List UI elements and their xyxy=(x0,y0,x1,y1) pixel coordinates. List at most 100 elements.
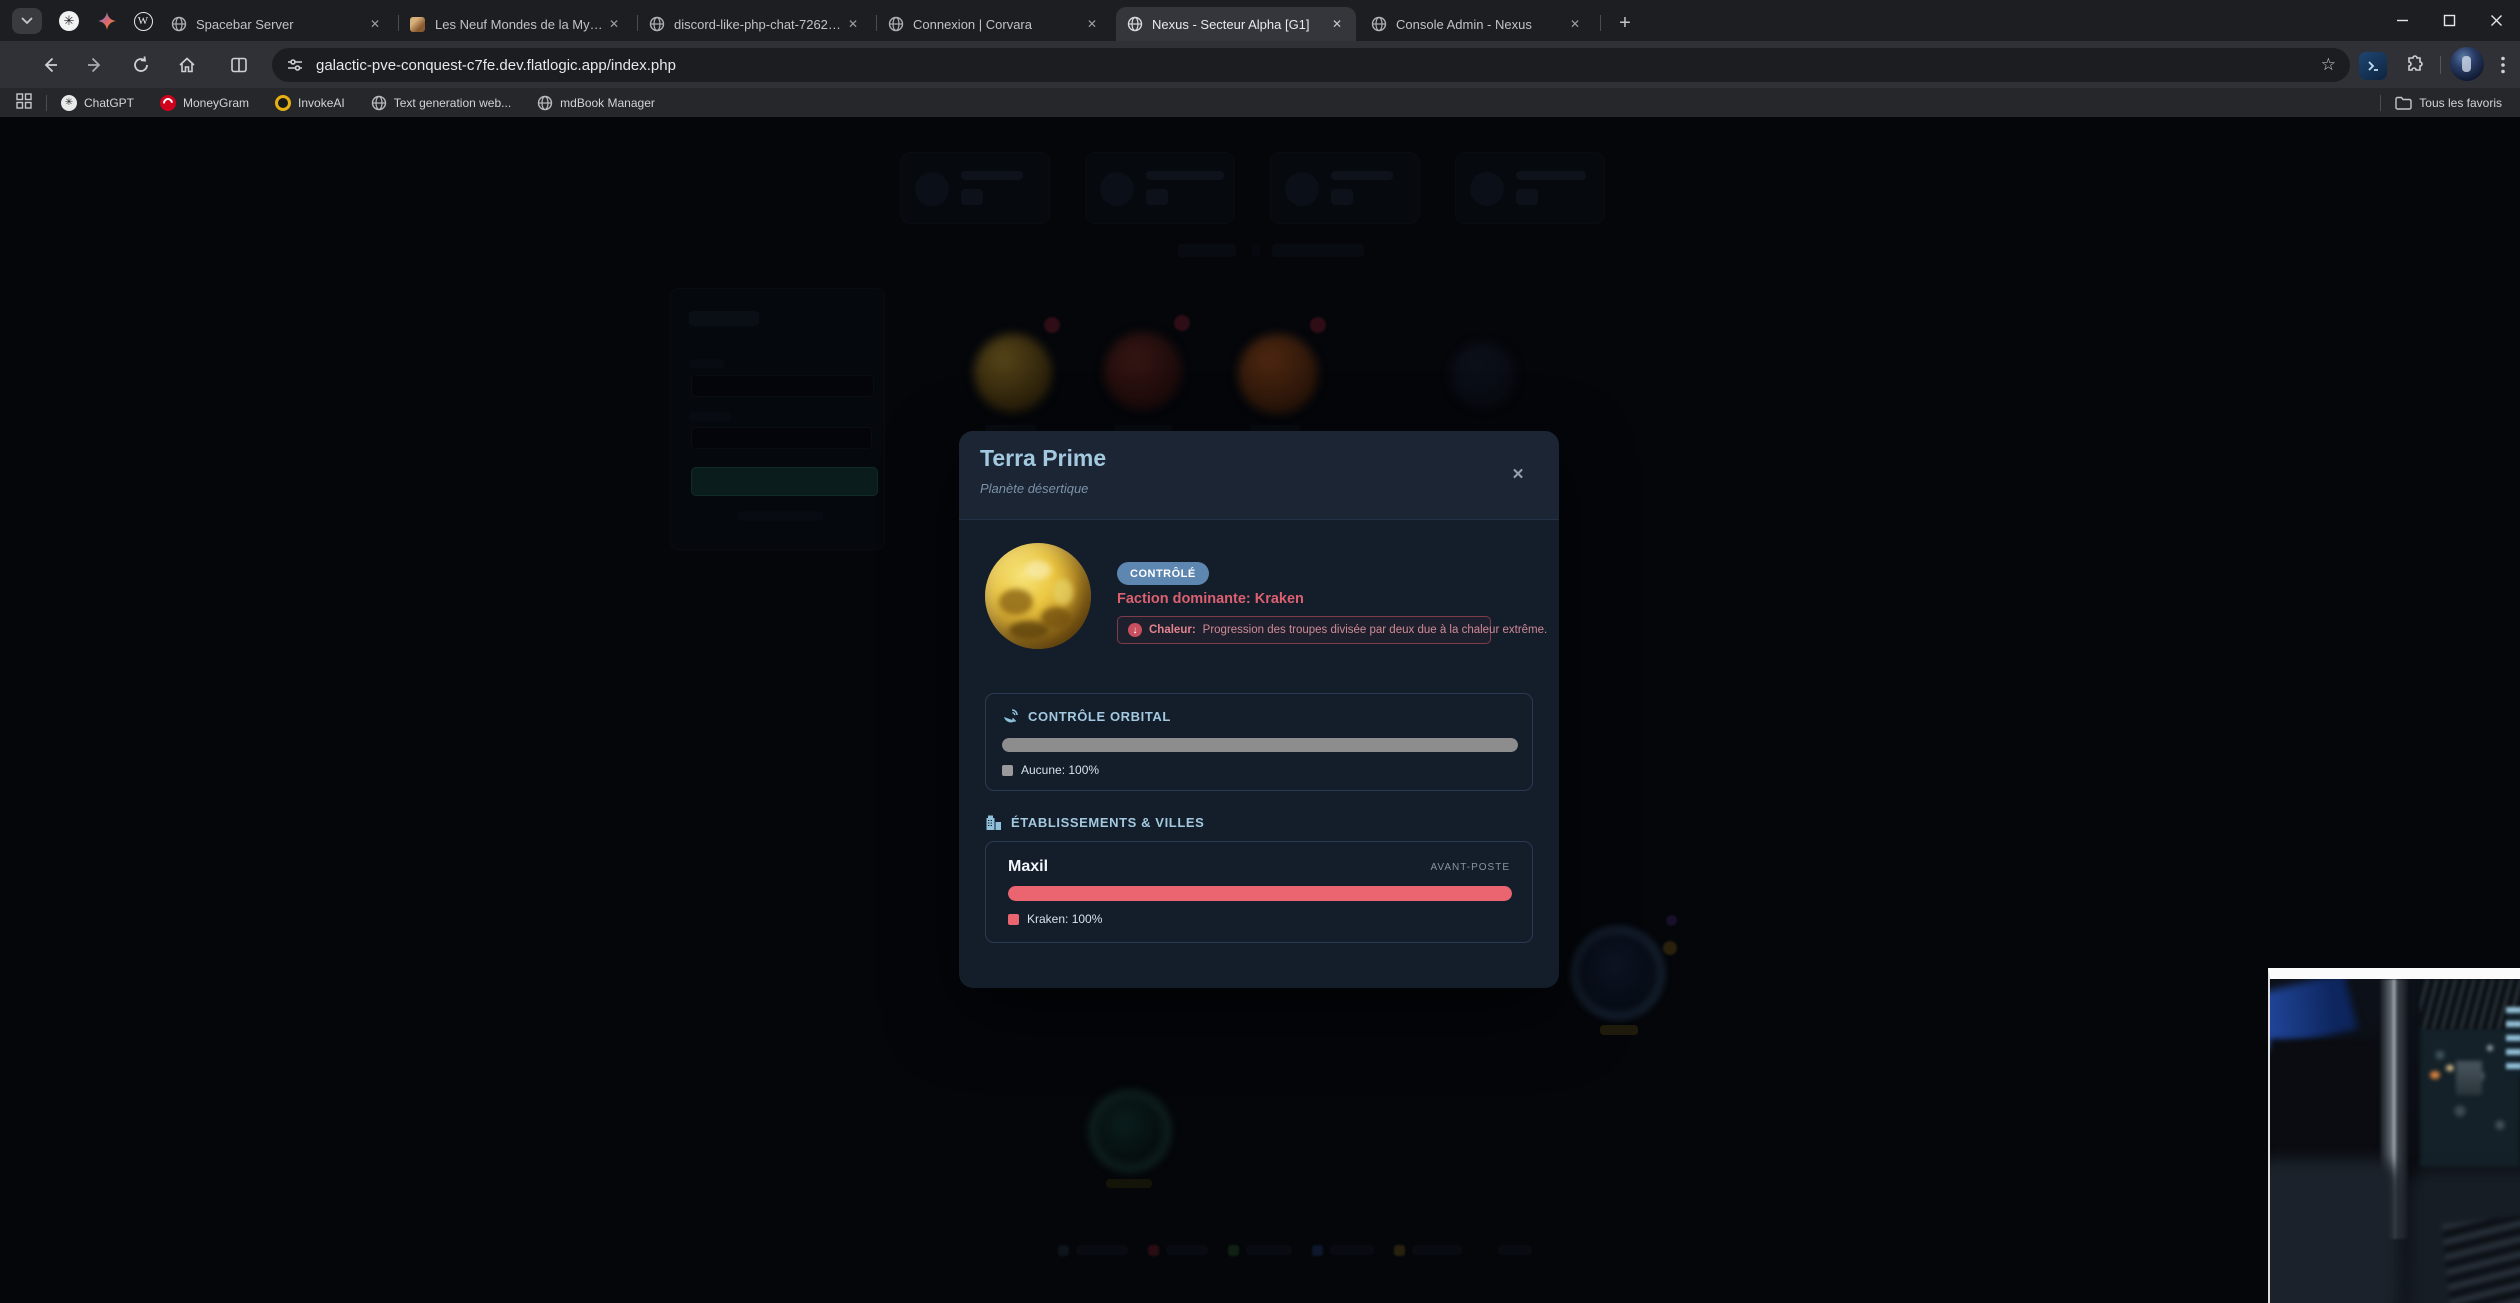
tab-close-icon[interactable]: ✕ xyxy=(844,15,862,33)
breadcrumb-separator xyxy=(1252,244,1260,257)
url-text[interactable]: galactic-pve-conquest-c7fe.dev.flatlogic… xyxy=(316,57,2321,74)
settlement-name: Maxil xyxy=(1008,858,1048,876)
close-icon xyxy=(2490,14,2503,27)
settlement-progress-bar xyxy=(1008,886,1512,901)
profile-avatar[interactable] xyxy=(2450,47,2484,81)
pixelart-favicon xyxy=(409,16,426,33)
reload-button[interactable] xyxy=(124,48,158,82)
forward-button[interactable] xyxy=(78,48,112,82)
legend-dot xyxy=(1228,1245,1239,1256)
tab-connexion-corvara[interactable]: Connexion | Corvara ✕ xyxy=(877,7,1111,41)
side-panel-button[interactable] xyxy=(222,48,256,82)
globe-icon xyxy=(371,95,387,111)
legend-label: Kraken: 100% xyxy=(1027,912,1102,926)
globe-icon xyxy=(648,16,665,33)
page-content: Terra Prime Planète désertique ✕ CONTRÔL… xyxy=(0,117,2520,1303)
tab-close-icon[interactable]: ✕ xyxy=(605,15,623,33)
tab-close-icon[interactable]: ✕ xyxy=(1328,15,1346,33)
close-window-button[interactable] xyxy=(2473,0,2520,41)
openai-icon: ✳ xyxy=(59,11,79,31)
apps-grid-button[interactable] xyxy=(16,93,32,112)
kebab-menu-icon xyxy=(2501,56,2505,74)
tab-console-admin[interactable]: Console Admin - Nexus ✕ xyxy=(1360,7,1594,41)
chatgpt-icon: ✳ xyxy=(61,95,77,111)
bookmarks-bar: ✳ ChatGPT MoneyGram InvokeAI Text genera… xyxy=(0,88,2520,117)
browser-menu-button[interactable] xyxy=(2486,48,2520,82)
modal-title: Terra Prime xyxy=(980,445,1106,472)
moon-dot-purple xyxy=(1666,915,1677,926)
bookmark-moneygram[interactable]: MoneyGram xyxy=(160,95,249,111)
settlements-header: ÉTABLISSEMENTS & VILLES xyxy=(985,814,1204,831)
back-button[interactable] xyxy=(33,48,67,82)
tab-close-icon[interactable]: ✕ xyxy=(1083,15,1101,33)
extensions-button[interactable] xyxy=(2398,48,2432,82)
breadcrumb-current xyxy=(1272,244,1364,257)
pip-video-window[interactable] xyxy=(2268,968,2520,1303)
browser-toolbar: galactic-pve-conquest-c7fe.dev.flatlogic… xyxy=(0,41,2520,88)
site-settings-icon[interactable] xyxy=(286,56,304,74)
new-tab-button[interactable]: + xyxy=(1610,9,1640,37)
planet-alert-badge xyxy=(1174,315,1190,331)
minimize-button[interactable] xyxy=(2379,0,2426,41)
bookmark-mdbook[interactable]: mdBook Manager xyxy=(537,95,655,111)
tab-title: Les Neuf Mondes de la Mythol xyxy=(435,17,605,32)
orbital-bar-fill xyxy=(1002,738,1518,752)
planet-image xyxy=(985,543,1091,649)
bookmark-label: Text generation web... xyxy=(394,96,511,110)
chevron-down-icon xyxy=(21,17,33,25)
pip-ridges xyxy=(2442,1215,2520,1303)
legend-label xyxy=(1412,1245,1462,1255)
tab-close-icon[interactable]: ✕ xyxy=(366,15,384,33)
invokeai-icon xyxy=(275,95,291,111)
forward-icon xyxy=(85,55,105,75)
pip-right-texture xyxy=(2420,1027,2520,1167)
pinned-tab-chatgpt[interactable]: ✳ xyxy=(52,8,86,34)
bookmark-star-icon[interactable]: ☆ xyxy=(2321,55,2336,75)
tab-les-neuf-mondes[interactable]: Les Neuf Mondes de la Mythol ✕ xyxy=(399,7,633,41)
dimmed-button xyxy=(691,467,878,496)
home-button[interactable] xyxy=(170,48,204,82)
tab-discord-like-chat[interactable]: discord-like-php-chat-7262.dev ✕ xyxy=(638,7,872,41)
bookmark-chatgpt[interactable]: ✳ ChatGPT xyxy=(61,95,134,111)
pip-warm-light-2 xyxy=(2446,1065,2454,1071)
bookmark-invokeai[interactable]: InvokeAI xyxy=(275,95,345,111)
heat-alert: ↓ Chaleur: Progression des troupes divis… xyxy=(1117,616,1491,644)
modal-close-button[interactable]: ✕ xyxy=(1505,461,1531,487)
dominant-faction-text: Faction dominante: Kraken xyxy=(1117,591,1304,607)
planet-alert-badge xyxy=(1044,317,1060,333)
section-title: CONTRÔLE ORBITAL xyxy=(1028,709,1171,724)
tab-spacebar-server[interactable]: Spacebar Server ✕ xyxy=(160,7,394,41)
tab-title: Nexus - Secteur Alpha [G1] xyxy=(1152,17,1328,32)
modal-subtitle: Planète désertique xyxy=(980,481,1088,496)
stat-card xyxy=(1270,152,1420,224)
all-bookmarks-button[interactable]: Tous les favoris xyxy=(2395,96,2502,110)
modal-header: Terra Prime Planète désertique ✕ xyxy=(959,431,1559,520)
bookmark-textgen[interactable]: Text generation web... xyxy=(371,95,511,111)
buildings-icon xyxy=(985,814,1002,831)
tab-close-icon[interactable]: ✕ xyxy=(1566,15,1584,33)
tab-nexus-active[interactable]: Nexus - Secteur Alpha [G1] ✕ xyxy=(1116,7,1356,41)
alert-label: Chaleur: xyxy=(1149,624,1196,636)
minimize-icon xyxy=(2396,14,2409,27)
pinned-tab-wordpress[interactable]: W xyxy=(126,8,160,34)
legend-label xyxy=(1498,1245,1532,1255)
planet-thumb-maroon xyxy=(1104,332,1182,410)
bookmarks-divider xyxy=(2380,95,2381,111)
planet-thumb-gold xyxy=(974,334,1052,412)
bookmark-label: MoneyGram xyxy=(183,96,249,110)
reload-icon xyxy=(131,55,151,75)
maximize-button[interactable] xyxy=(2426,0,2473,41)
legend-label xyxy=(1246,1245,1292,1255)
apps-grid-icon xyxy=(16,93,32,109)
address-bar[interactable]: galactic-pve-conquest-c7fe.dev.flatlogic… xyxy=(272,48,2350,82)
pip-crate xyxy=(2456,1061,2482,1095)
tab-search-button[interactable] xyxy=(12,8,42,34)
globe-icon xyxy=(1370,16,1387,33)
planet-thumb-orange xyxy=(1238,334,1318,414)
stat-card xyxy=(900,152,1050,224)
extension-prompt-button[interactable] xyxy=(2356,49,2390,83)
alert-text: Progression des troupes divisée par deux… xyxy=(1203,624,1548,636)
status-badge: CONTRÔLÉ xyxy=(1117,562,1209,585)
pinned-tab-gemini[interactable] xyxy=(90,8,124,34)
globe-icon xyxy=(1126,16,1143,33)
